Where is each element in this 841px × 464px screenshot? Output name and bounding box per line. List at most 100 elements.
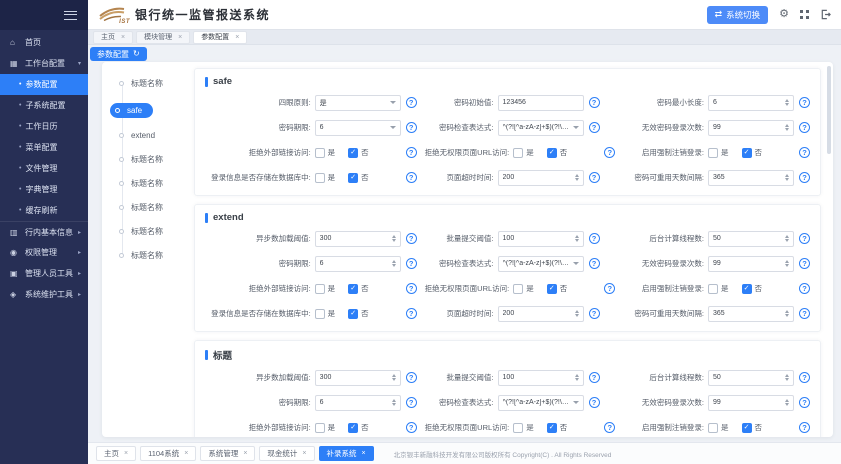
help-icon[interactable]: ? [589, 233, 600, 244]
spinner-icon[interactable] [575, 310, 579, 318]
spinner-icon[interactable] [392, 374, 396, 382]
checkbox-yes[interactable] [708, 148, 718, 158]
bottom-tab-cash-statistics[interactable]: 现金统计× [259, 446, 314, 461]
help-icon[interactable]: ? [799, 258, 810, 269]
checkbox-yes[interactable] [315, 173, 325, 183]
anchor-item-6[interactable]: 标题名称 [112, 224, 163, 239]
spinner-icon[interactable] [575, 235, 579, 243]
close-icon[interactable]: × [302, 450, 306, 457]
sidebar-item-home[interactable]: ⌂首页 [0, 32, 88, 53]
bottom-tab-home[interactable]: 主页× [96, 446, 136, 461]
checkbox-no[interactable]: ✓ [547, 284, 557, 294]
help-icon[interactable]: ? [589, 372, 600, 383]
help-icon[interactable]: ? [799, 283, 810, 294]
close-icon[interactable]: × [124, 450, 128, 457]
sidebar-item-bank-basic-info[interactable]: ▥行内基本信息▸ [0, 221, 88, 242]
sidebar-item-menu-config[interactable]: •菜单配置 [0, 137, 88, 158]
help-icon[interactable]: ? [799, 122, 810, 133]
param-config-pill[interactable]: 参数配置 ↻ [90, 47, 147, 61]
help-icon[interactable]: ? [799, 172, 810, 183]
number-input[interactable]: 6 [708, 95, 794, 111]
sidebar-item-work-calendar[interactable]: •工作日历 [0, 116, 88, 137]
system-switch-button[interactable]: ⇄ 系统切换 [707, 6, 769, 24]
checkbox-no[interactable]: ✓ [348, 309, 358, 319]
help-icon[interactable]: ? [406, 122, 417, 133]
text-input[interactable]: 123456 [498, 95, 584, 111]
help-icon[interactable]: ? [406, 372, 417, 383]
checkbox-no[interactable]: ✓ [348, 173, 358, 183]
sidebar-item-file-management[interactable]: •文件管理 [0, 158, 88, 179]
number-input[interactable]: 365 [708, 170, 794, 186]
checkbox-yes[interactable] [315, 148, 325, 158]
help-icon[interactable]: ? [406, 97, 417, 108]
spinner-icon[interactable] [785, 124, 789, 132]
spinner-icon[interactable] [392, 260, 396, 268]
help-icon[interactable]: ? [406, 147, 417, 158]
sidebar-item-permission-management[interactable]: ◉权限管理▸ [0, 242, 88, 263]
sidebar-item-param-config[interactable]: •参数配置 [0, 74, 88, 95]
help-icon[interactable]: ? [406, 397, 417, 408]
help-icon[interactable]: ? [589, 172, 600, 183]
anchor-item-3[interactable]: 标题名称 [112, 152, 163, 167]
hamburger-menu-icon[interactable] [64, 11, 77, 20]
bottom-tab-supplement-system[interactable]: 补录系统× [319, 446, 374, 461]
gear-icon[interactable]: ⚙ [779, 9, 789, 20]
help-icon[interactable]: ? [799, 372, 810, 383]
number-input[interactable]: 100 [498, 231, 584, 247]
close-icon[interactable]: × [362, 450, 366, 457]
checkbox-no[interactable]: ✓ [742, 148, 752, 158]
close-icon[interactable]: × [243, 450, 247, 457]
number-input[interactable]: 300 [315, 370, 401, 386]
checkbox-yes[interactable] [315, 309, 325, 319]
tab-module-management[interactable]: 模块管理× [136, 31, 190, 44]
anchor-item-5[interactable]: 标题名称 [112, 200, 163, 215]
help-icon[interactable]: ? [799, 397, 810, 408]
number-input[interactable]: 6 [315, 256, 401, 272]
number-input[interactable]: 99 [708, 256, 794, 272]
number-input[interactable]: 50 [708, 231, 794, 247]
number-input[interactable]: 300 [315, 231, 401, 247]
select-input[interactable]: ^(?![^a-zA-z]+$)(?!\D+$)[0-9A-Z... [498, 256, 584, 272]
number-input[interactable]: 50 [708, 370, 794, 386]
sidebar-item-admin-tools[interactable]: ▣管理人员工具▸ [0, 263, 88, 284]
sidebar-item-cache-refresh[interactable]: •缓存刷新 [0, 200, 88, 221]
bottom-tab-system-1104[interactable]: 1104系统× [140, 446, 196, 461]
help-icon[interactable]: ? [589, 258, 600, 269]
help-icon[interactable]: ? [406, 308, 417, 319]
refresh-icon[interactable]: ↻ [133, 50, 140, 58]
sidebar-item-dict-management[interactable]: •字典管理 [0, 179, 88, 200]
checkbox-yes[interactable] [708, 284, 718, 294]
apps-grid-icon[interactable] [800, 10, 809, 19]
sidebar-item-workbench-config[interactable]: ▦工作台配置▾ [0, 53, 88, 74]
anchor-item-2[interactable]: extend [112, 128, 155, 143]
help-icon[interactable]: ? [799, 308, 810, 319]
checkbox-yes[interactable] [708, 423, 718, 433]
checkbox-yes[interactable] [315, 284, 325, 294]
spinner-icon[interactable] [575, 374, 579, 382]
help-icon[interactable]: ? [589, 308, 600, 319]
checkbox-no[interactable]: ✓ [348, 423, 358, 433]
spinner-icon[interactable] [785, 399, 789, 407]
spinner-icon[interactable] [785, 99, 789, 107]
close-icon[interactable]: × [121, 34, 125, 41]
select-input[interactable]: 6 [315, 120, 401, 136]
sidebar-item-system-maintenance-tools[interactable]: ◈系统维护工具▸ [0, 284, 88, 305]
help-icon[interactable]: ? [799, 97, 810, 108]
close-icon[interactable]: × [235, 34, 239, 41]
spinner-icon[interactable] [785, 374, 789, 382]
help-icon[interactable]: ? [799, 147, 810, 158]
checkbox-yes[interactable] [513, 423, 523, 433]
help-icon[interactable]: ? [589, 97, 600, 108]
spinner-icon[interactable] [785, 310, 789, 318]
spinner-icon[interactable] [785, 235, 789, 243]
anchor-item-1[interactable]: safe [110, 103, 153, 118]
help-icon[interactable]: ? [799, 422, 810, 433]
logout-icon[interactable] [820, 9, 831, 20]
select-input[interactable]: ^(?![^a-zA-z]+$)(?!\D+$)[0-9A-Z... [498, 395, 584, 411]
bottom-tab-system-management[interactable]: 系统管理× [200, 446, 255, 461]
close-icon[interactable]: × [178, 34, 182, 41]
checkbox-no[interactable]: ✓ [742, 284, 752, 294]
checkbox-no[interactable]: ✓ [547, 423, 557, 433]
help-icon[interactable]: ? [406, 233, 417, 244]
select-input[interactable]: 是 [315, 95, 401, 111]
